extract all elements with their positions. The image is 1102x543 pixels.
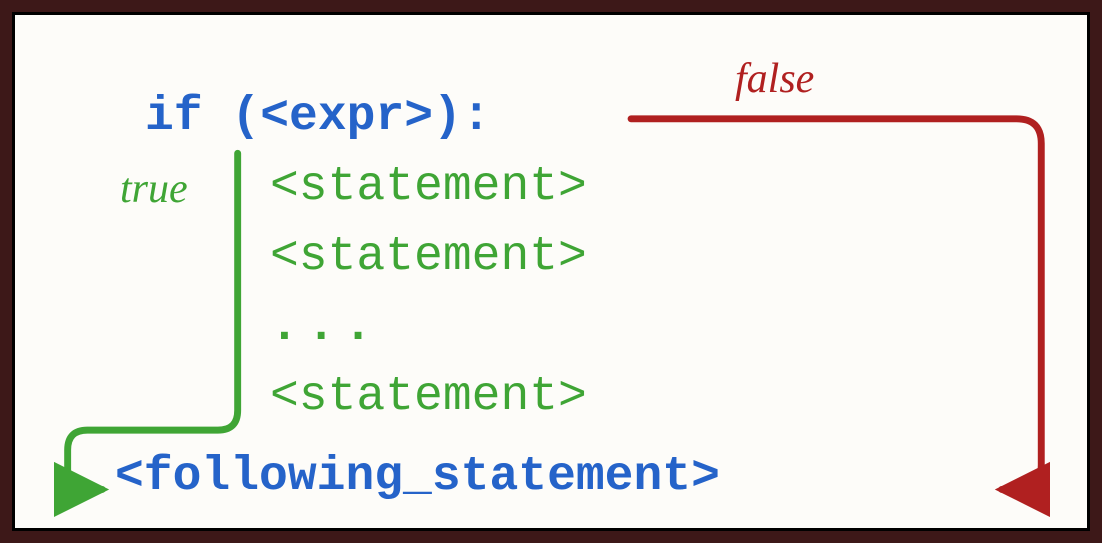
following-statement: <following_statement>	[115, 450, 720, 504]
ellipsis: ...	[270, 300, 380, 354]
if-expression-line: if (<expr>):	[145, 90, 491, 144]
diagram-frame: if (<expr>): <statement> <statement> ...…	[12, 12, 1090, 531]
statement-3: <statement>	[270, 370, 587, 424]
statement-1: <statement>	[270, 160, 587, 214]
statement-2: <statement>	[270, 230, 587, 284]
true-label: true	[120, 165, 188, 213]
false-label: false	[735, 55, 814, 103]
